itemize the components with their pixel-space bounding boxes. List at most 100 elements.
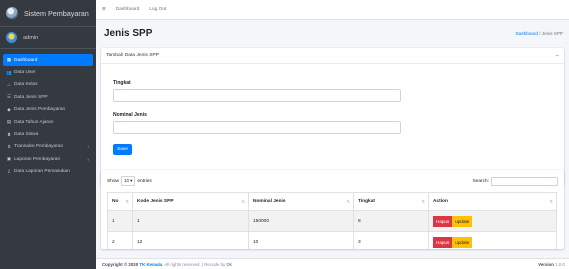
entries-select[interactable]: 10 ▾ <box>121 176 136 186</box>
column-label: No <box>112 199 119 204</box>
sidebar-item-data-kelas[interactable]: ⛬ Data Kelas <box>3 79 93 91</box>
spp-table: No ⇅ Kode Jenis SPP ⇅ Nominal Jenis ⇅ Tingk… <box>107 192 557 249</box>
table-row: 1 1 150000 8 Hapus update <box>107 210 557 232</box>
class-icon: ⛬ <box>7 82 11 88</box>
copyright-rights: . All rights reserved. | Recode by <box>162 261 226 267</box>
sidebar-item-label: Data Laporan Pemasukan <box>14 169 70 175</box>
sidebar-item-data-user[interactable]: 👥 Data User <box>3 66 93 78</box>
cell-no: 2 <box>107 231 133 249</box>
user-name: admin <box>23 34 39 41</box>
sidebar-item-data-tahun-ajaran[interactable]: ▤ Data Tahun Ajaran <box>3 116 93 128</box>
copyright-prefix: Copyright © 2020 <box>102 261 139 267</box>
sidebar-item-label: Laporan Pembayaran <box>14 156 61 162</box>
sidebar-item-label: Data Kelas <box>14 82 38 88</box>
dashboard-icon: ▦ <box>6 57 12 63</box>
sort-icon: ⇅ <box>421 199 425 204</box>
form-body: Tingkat Nominal Jenis Save <box>101 64 564 155</box>
search-label: Search: <box>472 178 489 184</box>
top-navbar: ≡ Dashboard Log Out <box>96 0 569 20</box>
show-entries-prefix: Show <box>107 178 119 184</box>
entries-value: 10 <box>124 178 129 183</box>
sidebar-item-transaksi-pembayaran[interactable]: $ Transaksi Pembayaran ‹ <box>3 141 93 153</box>
card-header: Tambah Data Jenis SPP – <box>101 48 564 64</box>
breadcrumb: Dashboard / Jenis SPP <box>515 31 563 36</box>
show-entries: Show 10 ▾ entries <box>107 176 152 186</box>
nominal-jenis-input[interactable] <box>113 121 401 134</box>
breadcrumb-home-link[interactable]: Dashboard <box>515 31 537 36</box>
update-button[interactable]: update <box>452 236 473 248</box>
brand-link[interactable]: Sistem Pembayaran <box>0 0 96 27</box>
sidebar-item-data-laporan-pemasukan[interactable]: ⇩ Data Laporan Pemasukan <box>3 166 93 178</box>
collapse-icon[interactable]: – <box>556 53 559 59</box>
menu-toggle-icon[interactable]: ≡ <box>102 6 106 13</box>
sidebar-item-label: Data Tahun Ajaran <box>14 119 54 125</box>
cell-kode: 12 <box>132 231 249 249</box>
column-header-action[interactable]: Action ⇅ <box>428 192 557 211</box>
cell-nominal: 150000 <box>248 210 354 232</box>
sidebar: Sistem Pembayaran admin ▦ Dashboard 👥 Da… <box>0 0 96 269</box>
sidebar-item-data-siswa[interactable]: ♜ Data Siswa <box>3 128 93 140</box>
search-box: Search: <box>472 176 558 186</box>
sidebar-item-data-jenis-spp[interactable]: ☰ Data Jenis SPP <box>3 91 93 103</box>
table-controls: Show 10 ▾ entries Search: <box>101 170 564 192</box>
table-header-row: No ⇅ Kode Jenis SPP ⇅ Nominal Jenis ⇅ Tingk… <box>107 192 557 211</box>
column-header-tingkat[interactable]: Tingkat ⇅ <box>353 192 429 211</box>
topnav-logout-link[interactable]: Log Out <box>149 7 166 12</box>
column-header-kode[interactable]: Kode Jenis SPP ⇅ <box>132 192 249 211</box>
student-icon: ♜ <box>6 131 12 137</box>
breadcrumb-current: Jenis SPP <box>541 30 563 36</box>
cell-kode: 1 <box>132 210 249 232</box>
sidebar-item-label: Dashboard <box>14 57 38 63</box>
main-content: Jenis SPP Dashboard / Jenis SPP Tambah D… <box>96 20 569 258</box>
table-row: 2 12 10 3 Hapus update <box>107 231 557 249</box>
payment-icon: ◆ <box>7 106 11 112</box>
update-button[interactable]: update <box>452 215 473 227</box>
sidebar-item-label: Data Jenis Pembayaran <box>14 107 66 113</box>
chevron-left-icon: ‹ <box>87 156 89 162</box>
sort-icon: ⇅ <box>125 199 129 204</box>
sort-icon: ⇅ <box>241 199 245 204</box>
column-header-nominal[interactable]: Nominal Jenis ⇅ <box>248 192 354 211</box>
report-icon: ▣ <box>6 156 12 162</box>
column-label: Action <box>433 199 448 204</box>
income-icon: ⇩ <box>7 168 11 174</box>
sidebar-nav: ▦ Dashboard 👥 Data User ⛬ Data Kelas ☰ D… <box>0 49 96 178</box>
hapus-button[interactable]: Hapus <box>433 215 453 227</box>
column-label: Tingkat <box>358 199 375 204</box>
page-header: Jenis SPP Dashboard / Jenis SPP <box>96 20 569 46</box>
column-header-no[interactable]: No ⇅ <box>107 192 133 211</box>
dollar-icon: $ <box>7 144 11 150</box>
hapus-button[interactable]: Hapus <box>433 236 453 248</box>
card-title: Tambah Data Jenis SPP <box>106 53 160 58</box>
footer: Copyright © 2020 TK Kemala. All rights r… <box>96 258 569 269</box>
avatar <box>6 32 17 43</box>
sidebar-item-label: Data Jenis SPP <box>14 94 48 100</box>
save-button[interactable]: Save <box>113 144 132 155</box>
add-spp-card: Tambah Data Jenis SPP – Tingkat Nominal … <box>101 48 564 186</box>
sidebar-item-label: Data Siswa <box>14 132 39 138</box>
version-info: Version 1.0.0 <box>538 262 565 267</box>
version-label: Version <box>538 261 554 267</box>
sidebar-item-label: Data User <box>14 70 36 76</box>
copyright-text: Copyright © 2020 TK Kemala. All rights r… <box>102 262 232 267</box>
cell-action: Hapus update <box>428 231 557 249</box>
topnav-dashboard-link[interactable]: Dashboard <box>116 7 139 12</box>
tingkat-input[interactable] <box>113 89 401 102</box>
chevron-down-icon: ▾ <box>130 178 133 183</box>
list-icon: ☰ <box>6 94 12 100</box>
brand-title: Sistem Pembayaran <box>24 8 89 18</box>
sidebar-item-laporan-pembayaran[interactable]: ▣ Laporan Pembayaran ‹ <box>3 153 93 165</box>
version-value: 1.0.0 <box>555 261 565 267</box>
search-input[interactable] <box>491 176 558 186</box>
cell-action: Hapus update <box>428 210 557 232</box>
sort-icon: ⇅ <box>346 199 350 204</box>
footer-brand-link[interactable]: TK Kemala <box>139 262 162 267</box>
cell-no: 1 <box>107 210 133 232</box>
sidebar-item-data-jenis-pembayaran[interactable]: ◆ Data Jenis Pembayaran <box>3 104 93 116</box>
page-title: Jenis SPP <box>104 27 153 39</box>
sidebar-item-label: Transaksi Pembayaran <box>14 144 64 150</box>
sidebar-item-dashboard[interactable]: ▦ Dashboard <box>3 54 93 67</box>
recode-link[interactable]: Dk <box>227 262 232 267</box>
tingkat-label: Tingkat <box>113 80 131 86</box>
user-panel[interactable]: admin <box>0 27 96 49</box>
